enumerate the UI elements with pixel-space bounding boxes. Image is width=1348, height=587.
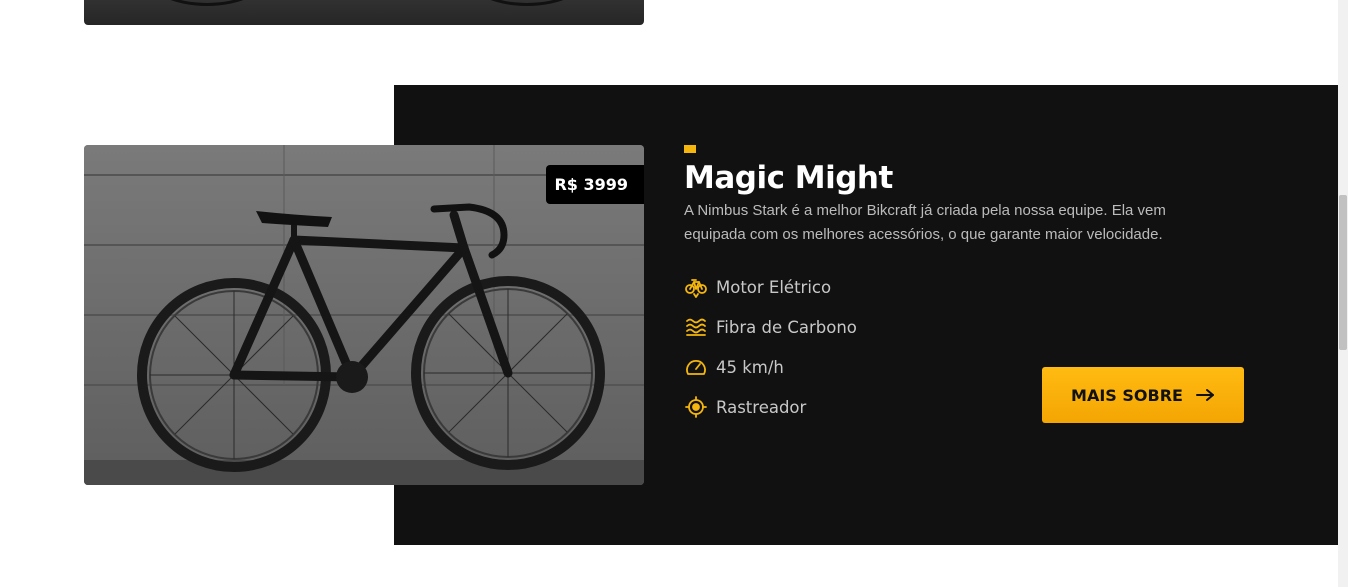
more-info-button-label: MAIS SOBRE [1071,385,1183,405]
waves-icon [684,315,708,339]
target-icon [684,395,708,419]
scrollbar-thumb[interactable] [1339,195,1347,350]
feature-label: Fibra de Carbono [716,317,857,337]
price-tag: R$ 3999 [546,165,644,204]
feature-label: Rastreador [716,397,807,417]
feature-item: Motor Elétrico [684,267,1244,307]
speedometer-icon [684,355,708,379]
product-title: Magic Might [684,160,893,196]
page: R$ 3999 Magic Might A Nimbus Stark é a m… [0,0,1348,587]
previous-product-image [84,0,644,25]
product-description: A Nimbus Stark é a melhor Bikcraft já cr… [684,202,1166,244]
accent-bar [684,145,696,153]
feature-item: Fibra de Carbono [684,307,1244,347]
feature-label: Motor Elétrico [716,277,832,297]
arrow-right-icon [1195,388,1215,402]
wheel-shape [144,0,270,6]
bike-icon [684,275,708,299]
feature-label: 45 km/h [716,357,784,377]
more-info-button[interactable]: MAIS SOBRE [1042,367,1244,423]
product-image: R$ 3999 [84,145,644,485]
vertical-scrollbar[interactable] [1338,0,1348,587]
wheel-shape [464,0,590,6]
